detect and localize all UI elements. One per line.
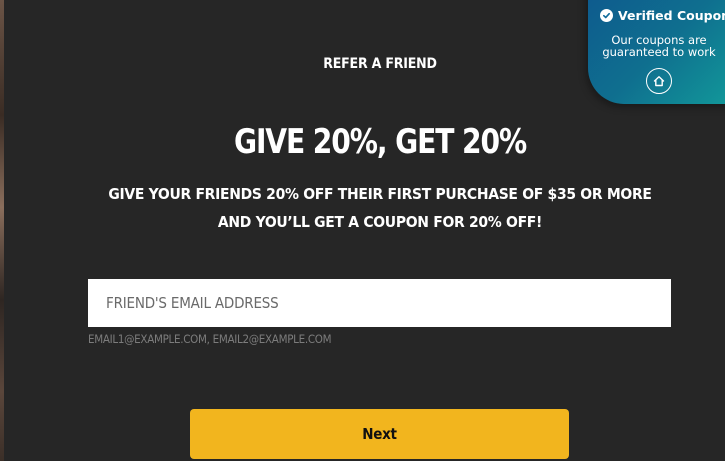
next-button[interactable]: Next <box>190 409 569 459</box>
verified-coupon-badge[interactable]: Verified Coupon Our coupons are guarante… <box>588 0 725 104</box>
check-circle-icon <box>600 9 613 22</box>
headline: GIVE 20%, GET 20% <box>233 122 527 162</box>
badge-subtitle: Our coupons are guaranteed to work <box>602 33 716 59</box>
offer-description: GIVE YOUR FRIENDS 20% OFF THEIR FIRST PU… <box>108 185 652 231</box>
badge-title-row: Verified Coupon <box>600 8 725 23</box>
badge-title: Verified Coupon <box>618 8 725 23</box>
email-helper-text: EMAIL1@EXAMPLE.COM, EMAIL2@EXAMPLE.COM <box>88 332 332 346</box>
home-icon <box>646 68 672 94</box>
refer-a-friend-modal: REFER A FRIEND GIVE 20%, GET 20% GIVE YO… <box>0 0 725 461</box>
friend-email-input[interactable] <box>88 279 671 327</box>
